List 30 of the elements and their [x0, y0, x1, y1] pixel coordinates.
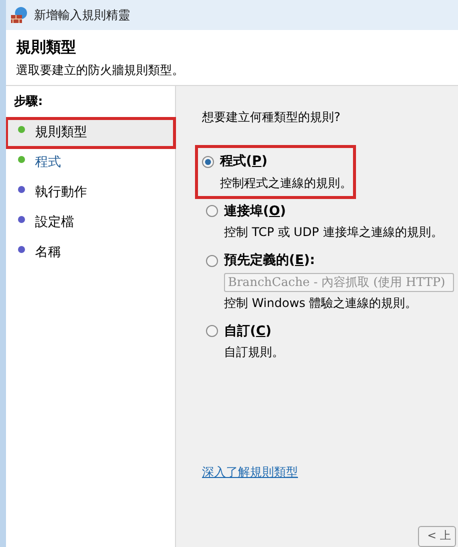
step-item[interactable]: 執行動作 [6, 178, 175, 208]
step-label: 設定檔 [35, 214, 74, 232]
step-item[interactable]: 程式 [6, 148, 175, 178]
firewall-icon [10, 6, 28, 24]
radio-button[interactable] [206, 205, 218, 218]
help-link[interactable]: 深入了解規則類型 [202, 463, 298, 481]
step-item[interactable]: 名稱 [6, 238, 175, 268]
back-button[interactable]: < 上 [418, 526, 456, 547]
option-description: 自訂規則。 [224, 344, 285, 361]
option-label: 預先定義的(E): [224, 252, 315, 270]
step-label: 規則類型 [35, 124, 87, 142]
radio-button[interactable] [202, 156, 214, 168]
steps-heading: 步驟: [13, 93, 44, 110]
question-text: 想要建立何種類型的規則? [202, 109, 342, 126]
radio-button[interactable] [206, 254, 218, 267]
step-label: 執行動作 [35, 184, 87, 202]
option-description: 控制 TCP 或 UDP 連接埠之連線的規則。 [224, 224, 444, 241]
step-item[interactable]: 設定檔 [6, 208, 175, 238]
option-label: 自訂(C) [224, 322, 272, 340]
step-label: 程式 [35, 154, 61, 172]
step-item[interactable]: 規則類型 [6, 118, 175, 148]
page-subtitle: 選取要建立的防火牆規則類型。 [16, 62, 185, 80]
option-description: 控制 Windows 體驗之連線的規則。 [224, 294, 418, 312]
option-description: 控制程式之連線的規則。 [220, 174, 345, 192]
window-title: 新增輸入規則精靈 [34, 7, 130, 24]
option-label: 程式(P) [220, 153, 268, 171]
radio-button[interactable] [206, 325, 218, 338]
option-label: 連接埠(O) [224, 202, 286, 220]
step-label: 名稱 [35, 244, 61, 262]
page-title: 規則類型 [16, 36, 77, 58]
